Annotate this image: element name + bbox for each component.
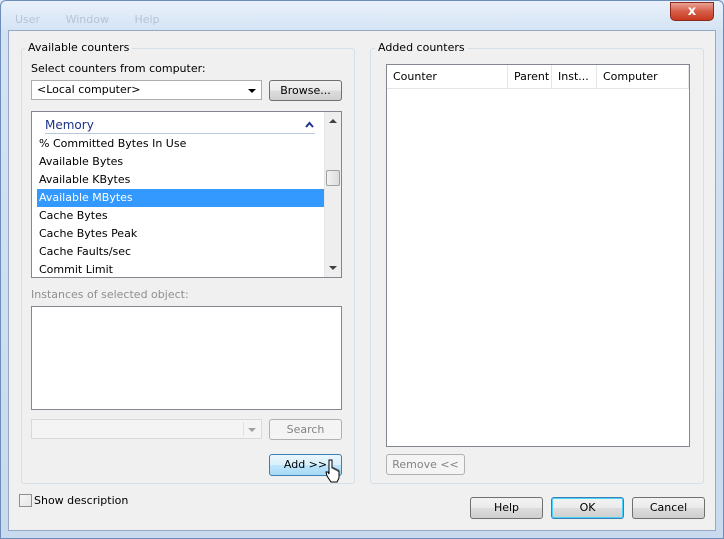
chevron-up-icon[interactable] (305, 121, 314, 128)
counter-list-item[interactable]: Available KBytes (37, 171, 324, 189)
menu-help[interactable]: Help (134, 13, 159, 26)
added-counters-table[interactable]: Counter Parent Inst... Computer (386, 64, 690, 447)
counter-list-item[interactable]: Available Bytes (37, 153, 324, 171)
category-header[interactable]: Memory (45, 116, 315, 134)
instances-label: Instances of selected object: (31, 288, 189, 301)
cancel-button[interactable]: Cancel (632, 497, 705, 519)
search-combobox[interactable] (31, 419, 262, 439)
show-description-label[interactable]: Show description (34, 494, 128, 507)
counter-list-item[interactable]: Commit Limit (37, 261, 324, 277)
chevron-down-icon[interactable] (248, 428, 256, 432)
column-counter[interactable]: Counter (387, 65, 508, 89)
counter-list-item[interactable]: Cache Bytes (37, 207, 324, 225)
scroll-up-arrow-icon[interactable] (329, 119, 337, 123)
remove-button[interactable]: Remove << (386, 454, 465, 475)
instances-listbox[interactable] (31, 306, 342, 410)
menu-window[interactable]: Window (66, 13, 109, 26)
available-counters-legend: Available counters (25, 41, 133, 54)
chevron-down-icon[interactable] (248, 89, 256, 93)
vertical-scrollbar[interactable] (324, 112, 341, 277)
hand-cursor-icon (325, 459, 340, 483)
added-counters-legend: Added counters (375, 41, 468, 54)
search-button[interactable]: Search (269, 419, 342, 440)
help-button[interactable]: Help (470, 497, 543, 519)
menu-user[interactable]: User (15, 13, 40, 26)
counter-list-item[interactable]: % Committed Bytes In Use (37, 135, 324, 153)
browse-button[interactable]: Browse... (269, 80, 342, 101)
scroll-down-arrow-icon[interactable] (329, 266, 337, 270)
table-header: Counter Parent Inst... Computer (387, 65, 689, 89)
counter-listbox[interactable]: Memory % Committed Bytes In Use Available… (31, 111, 342, 278)
ok-button[interactable]: OK (551, 497, 624, 519)
close-icon: x (687, 4, 697, 19)
computer-value: <Local computer> (37, 83, 141, 96)
column-parent[interactable]: Parent (508, 65, 552, 89)
scroll-thumb[interactable] (326, 170, 340, 186)
close-button[interactable]: x (670, 2, 714, 21)
column-instance[interactable]: Inst... (552, 65, 597, 89)
counter-list-item[interactable]: Cache Bytes Peak (37, 225, 324, 243)
combo-divider (243, 422, 244, 436)
show-description-checkbox[interactable] (19, 494, 32, 507)
column-computer[interactable]: Computer (597, 65, 689, 89)
select-computer-label: Select counters from computer: (31, 62, 206, 75)
title-bar-menu: User Window Help (15, 13, 182, 29)
counter-list-item[interactable]: Cache Faults/sec (37, 243, 324, 261)
category-label: Memory (45, 118, 94, 132)
computer-combobox[interactable]: <Local computer> (31, 80, 262, 100)
counter-list-item[interactable]: Available MBytes (37, 189, 324, 207)
